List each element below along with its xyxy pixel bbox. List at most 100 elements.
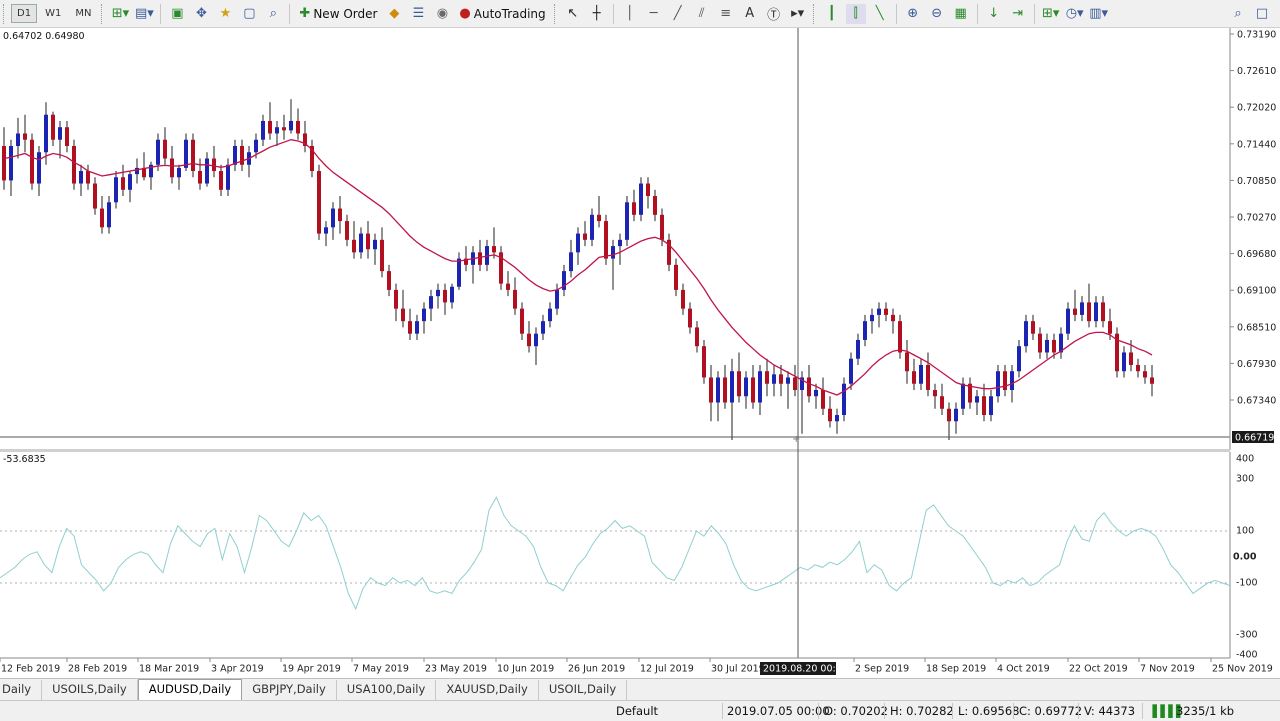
- candle-body: [779, 374, 783, 384]
- pane-divider[interactable]: [0, 449, 1230, 452]
- candle-body: [436, 289, 440, 297]
- status-datetime: 2019.07.05 00:00: [727, 704, 830, 718]
- toolbar-grip[interactable]: [101, 3, 105, 24]
- cursor-icon[interactable]: ↖: [563, 4, 583, 24]
- candle-body: [233, 145, 237, 165]
- templates-icon[interactable]: ▥▾: [1089, 4, 1109, 24]
- zoom-in-icon[interactable]: ⊕: [903, 4, 923, 24]
- candle-body: [793, 377, 797, 390]
- autoscroll-icon[interactable]: ↓: [984, 4, 1004, 24]
- connection-bars-icon: ▐▐▐▐: [1148, 704, 1180, 718]
- horizontal-line-icon[interactable]: ─: [644, 4, 664, 24]
- candle: [898, 314, 902, 359]
- price-axis-label: 0.72020: [1237, 103, 1276, 114]
- tab-gbpjpy-daily[interactable]: GBPJPY,Daily: [242, 680, 337, 701]
- zoom-out-icon[interactable]: ⊖: [927, 4, 947, 24]
- candle-body: [324, 227, 328, 234]
- fibonacci-icon[interactable]: ≡: [716, 4, 736, 24]
- profiles-icon[interactable]: ▤▾: [134, 4, 154, 24]
- candle-body: [905, 352, 909, 372]
- candle-body: [996, 371, 1000, 397]
- tile-windows-icon[interactable]: ▦: [951, 4, 971, 24]
- new-order-button[interactable]: ✚ New Order: [296, 4, 380, 24]
- indicators-icon[interactable]: ⊞▾: [1041, 4, 1061, 24]
- toolbar-grip[interactable]: [812, 3, 817, 24]
- crosshair-cursor-icon: +: [792, 434, 800, 445]
- candle-body: [506, 283, 510, 290]
- candle-body: [114, 177, 118, 203]
- timeframe-mn[interactable]: MN: [69, 4, 97, 23]
- candle: [639, 177, 643, 222]
- candle-body: [191, 139, 195, 172]
- candle-body: [380, 239, 384, 272]
- indicator-header: -53.6835: [3, 454, 46, 465]
- autotrading-label: AutoTrading: [473, 6, 546, 21]
- price-axis-label: 0.67930: [1237, 359, 1276, 370]
- candlesticks-icon[interactable]: ⫿: [845, 3, 866, 24]
- signals-icon[interactable]: ☰: [408, 4, 428, 24]
- navigator-icon[interactable]: ✥: [191, 4, 211, 24]
- shapes-icon[interactable]: ▸▾: [788, 4, 808, 24]
- chart-shift-icon[interactable]: ⇥: [1008, 4, 1028, 24]
- time-axis-label: 28 Feb 2019: [68, 664, 127, 675]
- candle-body: [849, 358, 853, 384]
- candle: [702, 339, 706, 384]
- terminal-icon[interactable]: ▢: [239, 4, 259, 24]
- equidistant-channel-icon[interactable]: ⫽: [692, 4, 712, 24]
- vertical-line-icon[interactable]: │: [620, 4, 640, 24]
- search-icon[interactable]: ⌕: [1228, 4, 1248, 24]
- metaeditor-icon[interactable]: ◆: [384, 4, 404, 24]
- market-watch-icon[interactable]: ▣: [167, 4, 187, 24]
- candle-body: [723, 377, 727, 403]
- bar-chart-icon[interactable]: ┃: [822, 4, 842, 24]
- candle-body: [632, 202, 636, 215]
- candle-body: [688, 308, 692, 328]
- chat-icon[interactable]: □: [1252, 4, 1272, 24]
- tab-usoil-daily[interactable]: USOIL,Daily: [539, 680, 628, 701]
- text-label-icon[interactable]: Ⓣ: [764, 4, 784, 24]
- market-icon[interactable]: ◉: [432, 4, 452, 24]
- toolbar-grip[interactable]: [553, 3, 558, 24]
- candle-body: [716, 377, 720, 403]
- crosshair-icon[interactable]: ┼: [587, 4, 607, 24]
- line-chart-icon[interactable]: ╲: [870, 4, 890, 24]
- main-toolbar: D1 W1 MN ⊞▾ ▤▾ ▣ ✥ ★ ▢ ⌕ ✚ New Order ◆ ☰…: [0, 0, 1280, 28]
- candle-body: [58, 127, 62, 140]
- tab-audusd-daily[interactable]: AUDUSD,Daily: [137, 679, 243, 701]
- tab-usoils-daily[interactable]: USOILS,Daily: [42, 680, 138, 701]
- candle-body: [534, 333, 538, 347]
- tab-daily[interactable]: Daily: [0, 680, 43, 701]
- text-tool-icon[interactable]: A: [740, 4, 760, 24]
- candle-body: [807, 377, 811, 397]
- candle-body: [1129, 352, 1133, 365]
- toolbar-grip[interactable]: [3, 3, 7, 24]
- tab-usa100-daily[interactable]: USA100,Daily: [337, 680, 437, 701]
- chart-window[interactable]: 0.64702 0.64980 0.66719 0.73190 0.72610 0.…: [0, 28, 1280, 678]
- price-axis-label: 0.73190: [1237, 30, 1276, 41]
- candle-body: [919, 364, 923, 384]
- time-axis-label: 19 Apr 2019: [282, 664, 341, 675]
- price-pane: 0.64702 0.64980: [0, 28, 1230, 450]
- strategy-tester-icon[interactable]: ⌕: [263, 4, 283, 24]
- timeframe-w1[interactable]: W1: [39, 4, 67, 23]
- autotrading-button[interactable]: ● AutoTrading: [456, 4, 548, 24]
- candle: [30, 133, 34, 190]
- favorites-icon[interactable]: ★: [215, 4, 235, 24]
- price-pane-header: 0.64702 0.64980: [3, 31, 85, 42]
- timeframe-d1[interactable]: D1: [11, 4, 38, 23]
- tab-xauusd-daily[interactable]: XAUUSD,Daily: [436, 680, 539, 701]
- candle-body: [79, 171, 83, 184]
- new-chart-icon[interactable]: ⊞▾: [110, 4, 130, 24]
- candle-body: [541, 321, 545, 334]
- time-axis-label: 4 Oct 2019: [997, 664, 1050, 675]
- periods-icon[interactable]: ◷▾: [1065, 4, 1085, 24]
- candle-body: [492, 246, 496, 253]
- candle: [625, 196, 629, 247]
- candle: [1115, 327, 1119, 378]
- trendline-icon[interactable]: ╱: [668, 4, 688, 24]
- chart-canvas[interactable]: 0.64702 0.64980 0.66719 0.731900.726100.…: [0, 28, 1280, 678]
- candle-body: [877, 308, 881, 315]
- price-axis-label: 0.71440: [1237, 139, 1276, 150]
- price-axis-label: 0.72610: [1237, 66, 1276, 77]
- status-separator: [1078, 703, 1079, 719]
